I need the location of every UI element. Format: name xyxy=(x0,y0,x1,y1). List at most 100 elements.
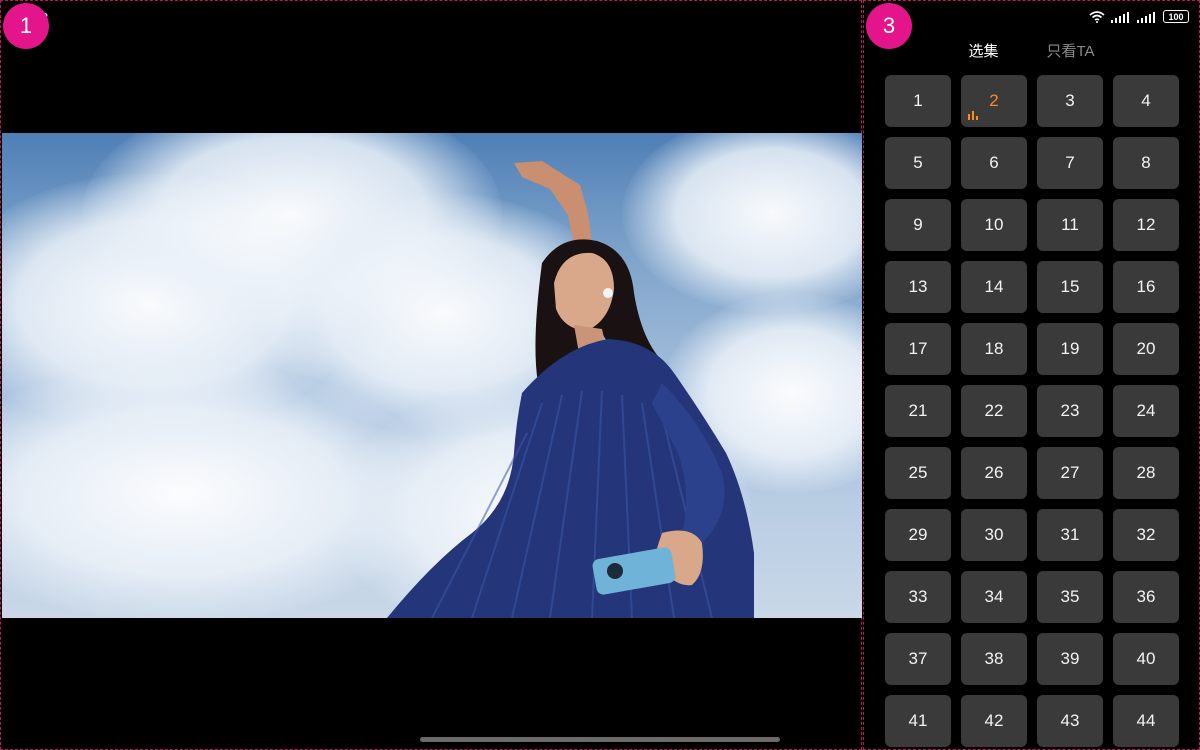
episode-button[interactable]: 13 xyxy=(885,261,951,313)
episode-button[interactable]: 18 xyxy=(961,323,1027,375)
episode-number: 10 xyxy=(984,215,1004,234)
episode-button[interactable]: 4 xyxy=(1113,75,1179,127)
episode-button[interactable]: 21 xyxy=(885,385,951,437)
episode-button[interactable]: 16 xyxy=(1113,261,1179,313)
pane-number-badge: 1 xyxy=(3,3,49,49)
episode-number: 6 xyxy=(989,153,999,172)
episode-number: 26 xyxy=(984,463,1004,482)
episode-number: 8 xyxy=(1141,153,1151,172)
episode-button[interactable]: 29 xyxy=(885,509,951,561)
episode-button[interactable]: 42 xyxy=(961,695,1027,747)
episode-number: 19 xyxy=(1060,339,1080,358)
episode-number: 20 xyxy=(1136,339,1156,358)
episode-button[interactable]: 1 xyxy=(885,75,951,127)
episode-number: 39 xyxy=(1060,649,1080,668)
episode-number: 21 xyxy=(908,401,928,420)
episode-panel: 3 100 选集 只看TA 123456789 10 11 12 13 14 1… xyxy=(863,0,1200,750)
episode-button[interactable]: 22 xyxy=(961,385,1027,437)
episode-number: 38 xyxy=(984,649,1004,668)
tab-episodes[interactable]: 选集 xyxy=(968,40,998,61)
episode-button[interactable]: 19 xyxy=(1037,323,1103,375)
tab-only-ta[interactable]: 只看TA xyxy=(1046,40,1094,61)
episode-number: 32 xyxy=(1136,525,1156,544)
episode-button[interactable]: 28 xyxy=(1113,447,1179,499)
episode-number: 7 xyxy=(1065,153,1075,172)
episode-button[interactable]: 33 xyxy=(885,571,951,623)
episode-number: 18 xyxy=(984,339,1004,358)
episode-button[interactable]: 12 xyxy=(1113,199,1179,251)
episode-number: 31 xyxy=(1060,525,1080,544)
episode-button[interactable]: 9 xyxy=(885,199,951,251)
episode-button[interactable]: 7 xyxy=(1037,137,1103,189)
episode-button[interactable]: 24 xyxy=(1113,385,1179,437)
episode-number: 42 xyxy=(984,711,1004,730)
episode-number: 28 xyxy=(1136,463,1156,482)
episode-button[interactable]: 23 xyxy=(1037,385,1103,437)
episode-number: 29 xyxy=(908,525,928,544)
episode-number: 30 xyxy=(984,525,1004,544)
episode-number: 34 xyxy=(984,587,1004,606)
episode-number: 36 xyxy=(1136,587,1156,606)
episode-button[interactable]: 3 xyxy=(1037,75,1103,127)
episode-button[interactable]: 34 xyxy=(961,571,1027,623)
episode-button[interactable]: 17 xyxy=(885,323,951,375)
episode-number: 44 xyxy=(1136,711,1156,730)
episode-number: 9 xyxy=(913,215,923,234)
episode-number: 11 xyxy=(1061,215,1079,234)
episode-button[interactable]: 38 xyxy=(961,633,1027,685)
wifi-icon xyxy=(1089,10,1105,23)
episode-number: 33 xyxy=(908,587,928,606)
episode-number: 3 xyxy=(1065,91,1075,110)
episode-number: 5 xyxy=(913,153,923,172)
episode-button[interactable]: 36 xyxy=(1113,571,1179,623)
episode-button[interactable]: 41 xyxy=(885,695,951,747)
episode-button[interactable]: 40 xyxy=(1113,633,1179,685)
episode-button[interactable]: 11 xyxy=(1037,199,1103,251)
episode-button[interactable]: 14 xyxy=(961,261,1027,313)
episode-button[interactable]: 44 xyxy=(1113,695,1179,747)
episode-button[interactable]: 27 xyxy=(1037,447,1103,499)
episode-number: 23 xyxy=(1060,401,1080,420)
episode-button[interactable]: 8 xyxy=(1113,137,1179,189)
episode-number: 15 xyxy=(1060,277,1080,296)
episode-number: 2 xyxy=(989,91,999,110)
episode-button[interactable]: 20 xyxy=(1113,323,1179,375)
episode-button[interactable]: 15 xyxy=(1037,261,1103,313)
status-icons: 100 xyxy=(1089,10,1189,23)
episode-number: 37 xyxy=(908,649,928,668)
video-player-pane[interactable]: 3 xyxy=(0,0,862,750)
episode-number: 24 xyxy=(1136,401,1156,420)
episode-number: 1 xyxy=(913,91,923,110)
episode-grid: 1 2 3 4 5 6 7 8 9 10 11 12 13 14 15 16 17 18 19 20 21 22 23 24 2… xyxy=(885,75,1179,747)
episode-button[interactable]: 25 xyxy=(885,447,951,499)
episode-number: 17 xyxy=(908,339,928,358)
episode-button[interactable]: 37 xyxy=(885,633,951,685)
episode-button[interactable]: 31 xyxy=(1037,509,1103,561)
now-playing-icon xyxy=(968,111,978,120)
episode-button[interactable]: 26 xyxy=(961,447,1027,499)
episode-button[interactable]: 2 xyxy=(961,75,1027,127)
episode-number: 43 xyxy=(1060,711,1080,730)
episode-number: 27 xyxy=(1060,463,1080,482)
episode-number: 14 xyxy=(984,277,1004,296)
home-indicator[interactable] xyxy=(420,737,780,742)
video-frame[interactable] xyxy=(2,133,862,618)
episode-button[interactable]: 43 xyxy=(1037,695,1103,747)
episode-button[interactable]: 32 xyxy=(1113,509,1179,561)
episode-button[interactable]: 10 xyxy=(961,199,1027,251)
episode-button[interactable]: 35 xyxy=(1037,571,1103,623)
signal-bars-icon xyxy=(1111,11,1129,23)
episode-number: 4 xyxy=(1141,91,1151,110)
episode-number: 12 xyxy=(1136,215,1156,234)
episode-number: 25 xyxy=(908,463,928,482)
episode-number: 16 xyxy=(1136,277,1156,296)
episode-button[interactable]: 30 xyxy=(961,509,1027,561)
episode-button[interactable]: 5 xyxy=(885,137,951,189)
episode-number: 35 xyxy=(1060,587,1080,606)
battery-indicator: 100 xyxy=(1163,10,1189,23)
episode-number: 13 xyxy=(908,277,928,296)
episode-button[interactable]: 39 xyxy=(1037,633,1103,685)
episode-button[interactable]: 6 xyxy=(961,137,1027,189)
split-screen: 3 xyxy=(0,0,1200,750)
video-scene xyxy=(387,161,754,618)
